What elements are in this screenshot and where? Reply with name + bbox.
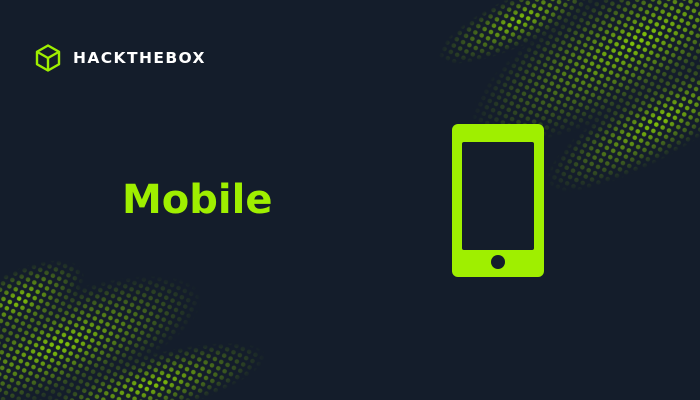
brand-name-part: THE	[126, 49, 166, 67]
smartphone-icon	[452, 124, 544, 277]
brand-name-part: HACK	[73, 49, 127, 67]
brand-name: HACKTHEBOX	[73, 49, 206, 67]
page-title: Mobile	[122, 177, 273, 223]
hexagon-cube-icon	[35, 44, 61, 72]
banner-card: HACKTHEBOX Mobile	[0, 0, 700, 400]
brand-name-part: BOX	[165, 49, 206, 67]
brand-logo: HACKTHEBOX	[33, 43, 206, 73]
